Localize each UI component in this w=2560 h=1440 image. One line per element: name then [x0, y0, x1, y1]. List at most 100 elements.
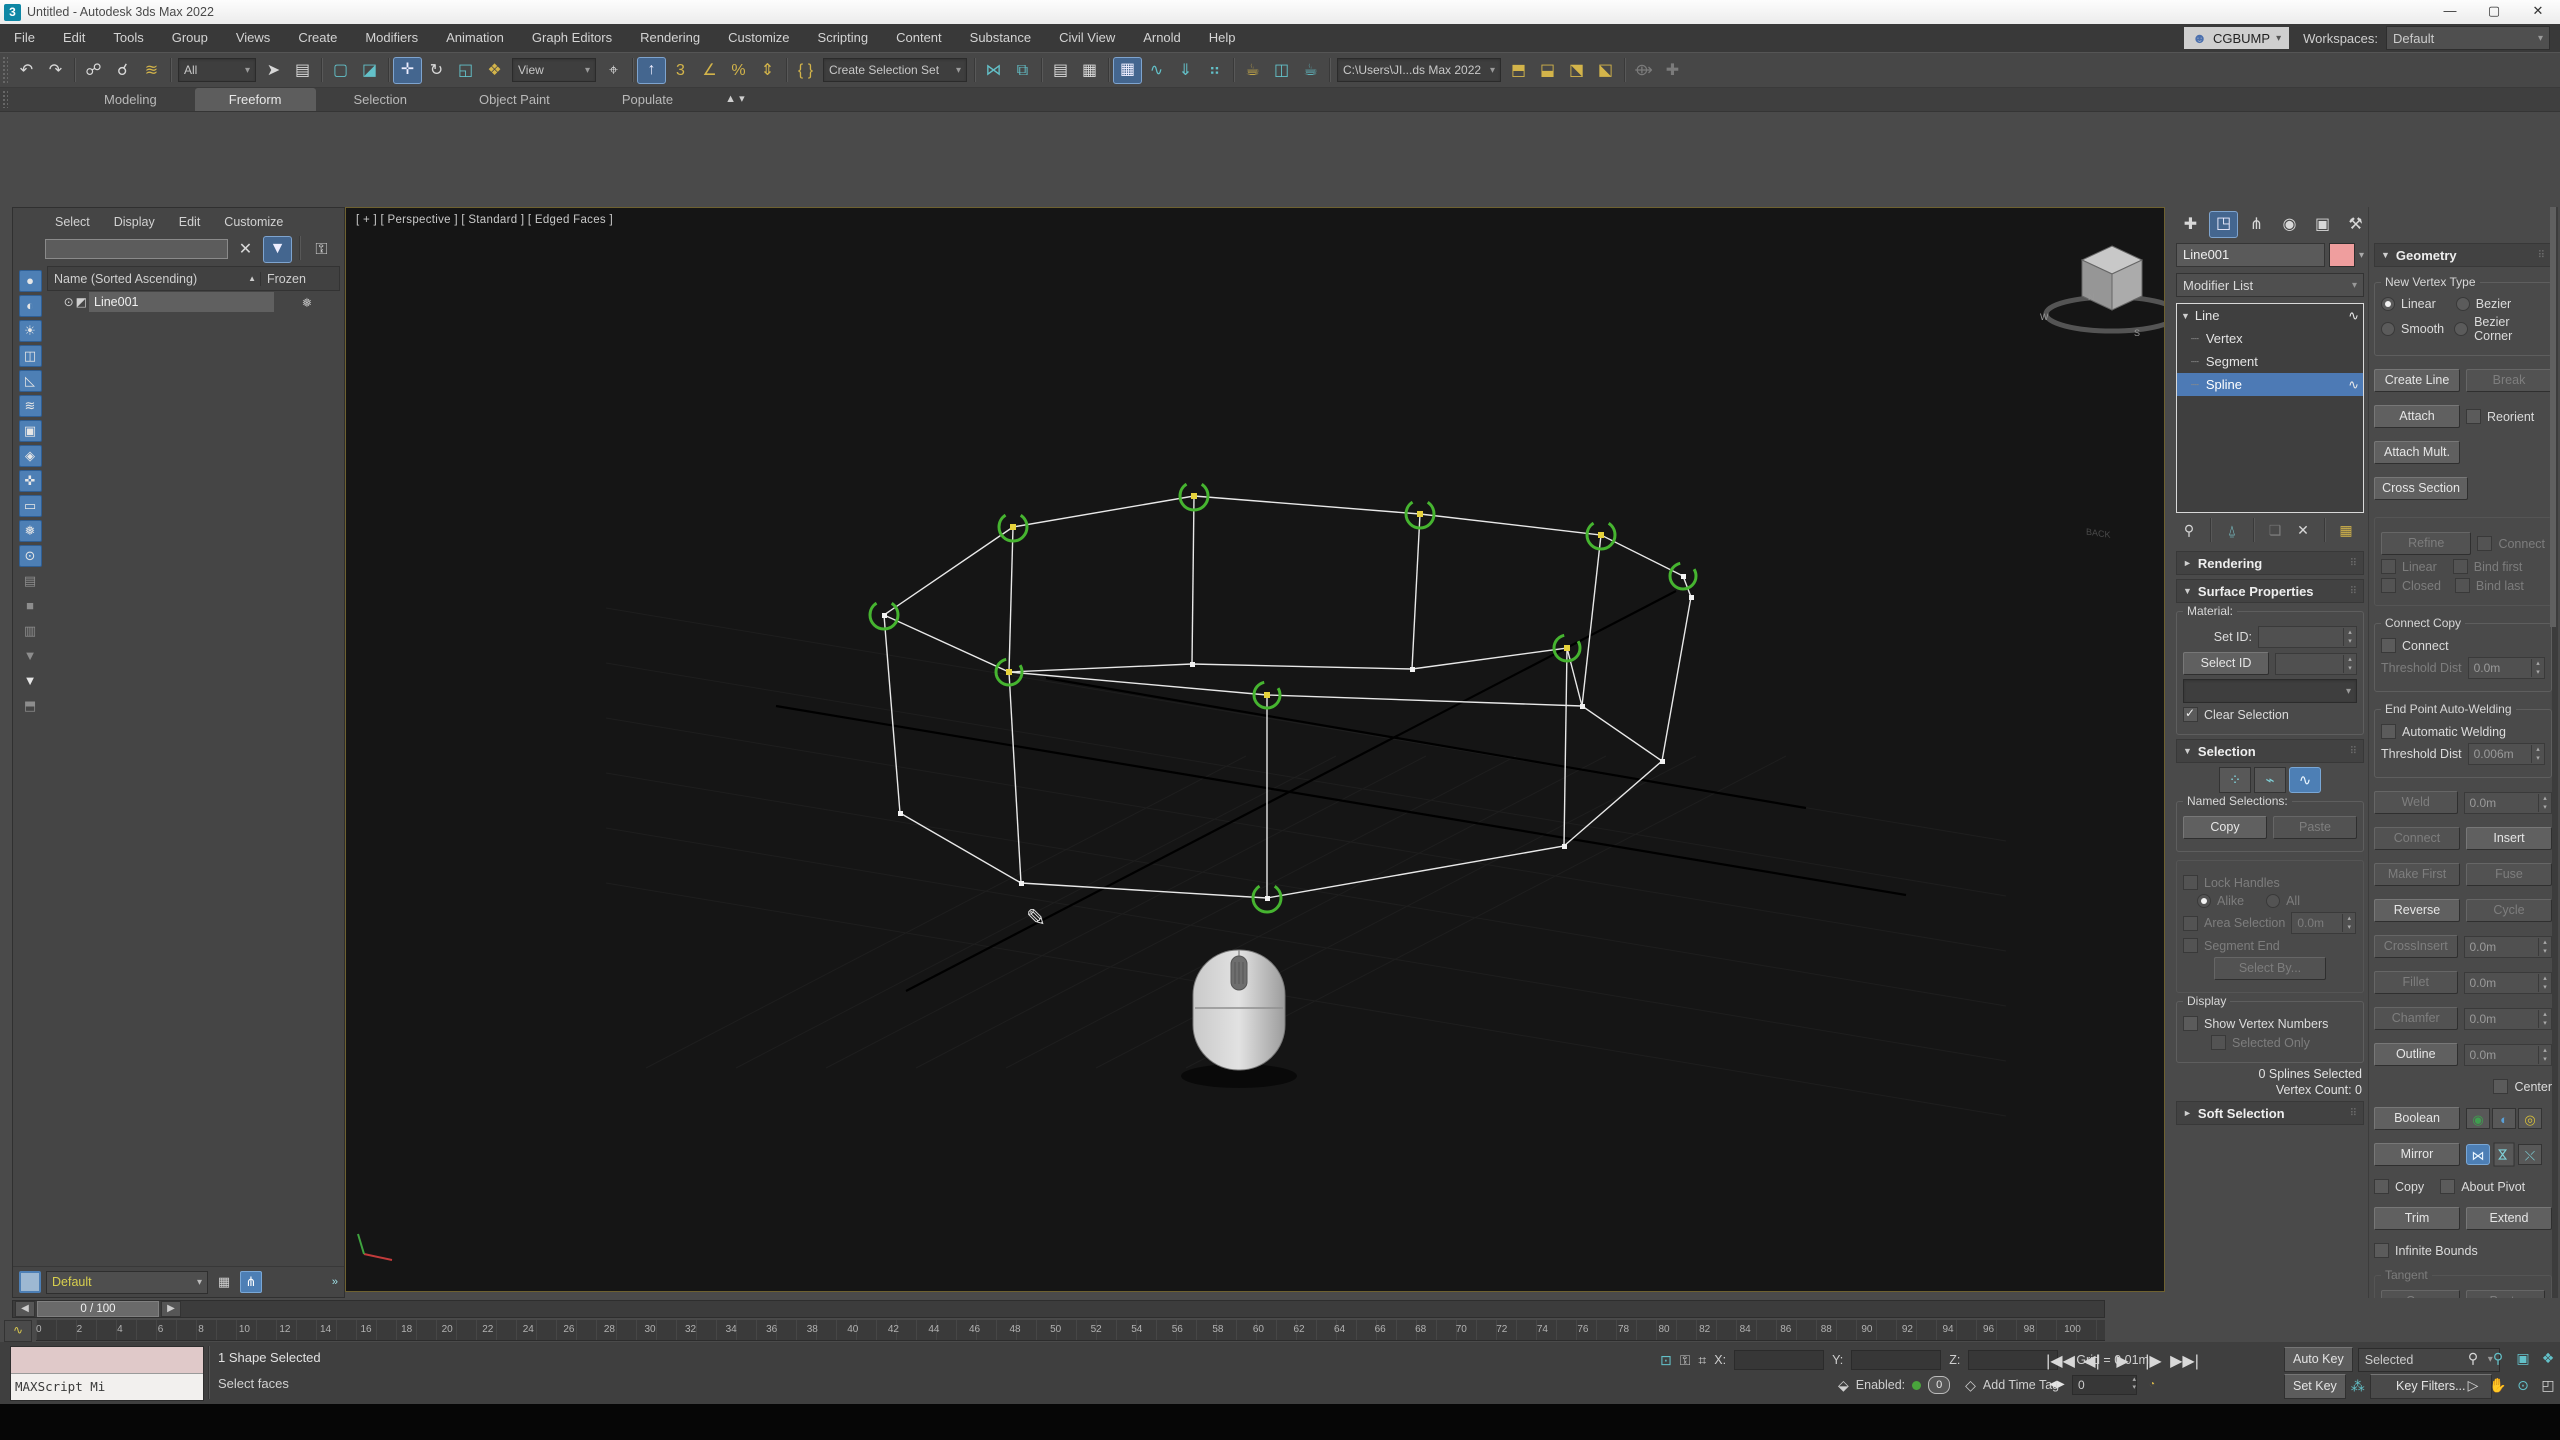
close-button[interactable]: ✕: [2516, 0, 2560, 24]
auto-key-button[interactable]: Auto Key: [2284, 1347, 2353, 1372]
menu-item[interactable]: Views: [222, 24, 284, 52]
scene-explorer-header[interactable]: Name (Sorted Ascending) ▲ Frozen: [47, 266, 340, 291]
menu-item[interactable]: Scripting: [804, 24, 883, 52]
material-id-dropdown[interactable]: ▾: [2183, 679, 2357, 703]
absolute-mode-icon[interactable]: ⌗: [1698, 1352, 1706, 1369]
perspective-viewport[interactable]: ✎ BACK W E S N [ + ] [ Perspective ] [ S…: [345, 207, 2165, 1292]
named-selection-copy-button[interactable]: Copy: [2183, 816, 2267, 839]
tangent-copy-button[interactable]: Copy: [2381, 1290, 2460, 1298]
outline-button[interactable]: Outline: [2374, 1043, 2458, 1066]
center-checkbox[interactable]: [2493, 1079, 2508, 1094]
bind-last-checkbox[interactable]: [2455, 578, 2470, 593]
tab-utilities-icon[interactable]: ⚒: [2341, 211, 2370, 238]
cycle-button[interactable]: Cycle: [2466, 899, 2552, 922]
layer-dropdown[interactable]: Default ▾: [46, 1271, 208, 1294]
active-layer-icon[interactable]: [19, 1271, 41, 1293]
connect-checkbox[interactable]: [2477, 536, 2492, 551]
toggle-scene-explorer-icon[interactable]: ▤: [1046, 57, 1075, 84]
render-setup-icon[interactable]: ☕: [1238, 57, 1267, 84]
ribbon-tab-object-paint[interactable]: Object Paint: [445, 88, 584, 111]
y-coordinate-field[interactable]: [1851, 1350, 1941, 1370]
closed-checkbox[interactable]: [2381, 578, 2396, 593]
clear-search-icon[interactable]: ✕: [231, 236, 260, 263]
menu-item[interactable]: Content: [882, 24, 956, 52]
window-crossing-icon[interactable]: ◪: [355, 57, 384, 84]
segment-end-checkbox[interactable]: [2183, 938, 2198, 953]
toggle-ribbon-icon[interactable]: ▦: [1113, 57, 1142, 84]
mirror-copy-checkbox[interactable]: [2374, 1179, 2389, 1194]
display-groups-icon[interactable]: ▣: [19, 420, 42, 442]
configure-modifier-sets-icon[interactable]: ▦: [2335, 519, 2357, 541]
adaptive-degradation-icon[interactable]: ⬙: [1838, 1377, 1849, 1394]
ribbon-tab-freeform[interactable]: Freeform: [195, 88, 316, 111]
menu-item[interactable]: Civil View: [1045, 24, 1129, 52]
scene-object-row[interactable]: ⊙ ◩ Line001 ❅: [47, 291, 340, 313]
clear-selection-checkbox[interactable]: [2183, 707, 2198, 722]
fuse-button[interactable]: Fuse: [2466, 863, 2552, 886]
tab-display-icon[interactable]: ▣: [2308, 211, 2337, 238]
pin-stack-icon[interactable]: ⚲: [2178, 519, 2200, 541]
scene-explorer-menu[interactable]: Customize: [212, 215, 295, 229]
display-geometry-icon[interactable]: ●: [19, 270, 42, 292]
filter-icon[interactable]: ▼: [263, 236, 292, 263]
bind-to-space-warp-icon[interactable]: ≋: [137, 57, 166, 84]
notification-count-badge[interactable]: 0: [1928, 1376, 1950, 1394]
set-keys-icon[interactable]: ⁂: [2351, 1378, 2365, 1395]
display-frozen-icon[interactable]: ❅: [19, 520, 42, 542]
make-unique-icon[interactable]: ❏: [2264, 519, 2286, 541]
stack-segment-row[interactable]: Segment: [2177, 350, 2363, 373]
object-color-swatch[interactable]: [2329, 243, 2355, 267]
select-and-move-icon[interactable]: ✛: [393, 57, 422, 84]
area-selection-checkbox[interactable]: [2183, 916, 2198, 931]
menu-item[interactable]: Animation: [432, 24, 518, 52]
automatic-welding-checkbox[interactable]: [2381, 724, 2396, 739]
redo-icon[interactable]: ↷: [41, 57, 70, 84]
schematic-view-icon[interactable]: ⇓: [1171, 57, 1200, 84]
attach-mult-button[interactable]: Attach Mult.: [2374, 441, 2460, 464]
outline-spinner[interactable]: 0.0m▴▾: [2464, 1044, 2553, 1066]
active-modifier-icon[interactable]: ∿: [2348, 308, 2359, 324]
threshold-dist-spinner[interactable]: 0.0m▴▾: [2468, 657, 2545, 679]
scene-explorer-search-input[interactable]: [45, 239, 228, 259]
boolean-union-icon[interactable]: ◉: [2466, 1108, 2490, 1129]
select-id-spinner[interactable]: ▴▾: [2275, 653, 2357, 675]
boolean-subtract-icon[interactable]: ◐: [2492, 1108, 2516, 1129]
track-bar[interactable]: 0246810121416182022242628303234363840424…: [36, 1320, 2105, 1341]
selected-only-checkbox[interactable]: [2211, 1035, 2226, 1050]
materials-icon[interactable]: ■: [19, 595, 42, 617]
smooth-radio[interactable]: [2381, 322, 2395, 336]
ce-tools-icon[interactable]: ✚: [1658, 57, 1687, 84]
bezier-corner-radio[interactable]: [2454, 322, 2468, 336]
filter-config-icon[interactable]: ▼: [19, 645, 42, 667]
link-info-icon[interactable]: ▥: [19, 620, 42, 642]
create-line-button[interactable]: Create Line: [2374, 369, 2460, 392]
mirror-horizontal-icon[interactable]: ⋈: [2466, 1144, 2490, 1165]
scene-explorer-menu[interactable]: Select: [43, 215, 102, 229]
inherit-container-icon[interactable]: ⬔: [1562, 57, 1591, 84]
subobject-vertex-icon[interactable]: ⁘: [2219, 767, 2251, 793]
field-of-view-icon[interactable]: ▷: [2462, 1374, 2484, 1396]
menu-item[interactable]: Arnold: [1129, 24, 1195, 52]
zoom-extents-icon[interactable]: ▣: [2512, 1347, 2534, 1369]
bezier-radio[interactable]: [2456, 297, 2470, 311]
linear-radio[interactable]: [2381, 297, 2395, 311]
tab-modify-icon[interactable]: ◳: [2209, 211, 2238, 238]
tab-create-icon[interactable]: ✚: [2176, 211, 2205, 238]
previous-frame-slider-button[interactable]: ◀: [15, 1301, 35, 1317]
attach-button[interactable]: Attach: [2374, 405, 2460, 428]
selection-lock-icon[interactable]: ⚿: [1680, 1352, 1691, 1369]
display-bones-icon[interactable]: ✜: [19, 470, 42, 492]
select-by-button[interactable]: Select By...: [2214, 957, 2326, 980]
object-name-field[interactable]: Line001: [2176, 243, 2325, 267]
time-slider[interactable]: ◀ 0 / 100 ▶: [12, 1300, 2105, 1318]
named-selection-paste-button[interactable]: Paste: [2273, 816, 2357, 839]
selection-set-icon[interactable]: ▤: [19, 570, 42, 592]
more-chevron-icon[interactable]: »: [332, 1276, 338, 1288]
mini-curve-editor-button[interactable]: ∿: [4, 1320, 32, 1342]
time-slider-handle[interactable]: 0 / 100: [37, 1301, 159, 1317]
filter-toggle-icon[interactable]: ▼: [19, 670, 42, 692]
reference-coordinate-dropdown[interactable]: View▾: [512, 58, 596, 82]
unlink-selection-icon[interactable]: ☌: [108, 57, 137, 84]
mirror-both-icon[interactable]: ⤬: [2518, 1144, 2542, 1165]
menu-item[interactable]: Rendering: [626, 24, 714, 52]
